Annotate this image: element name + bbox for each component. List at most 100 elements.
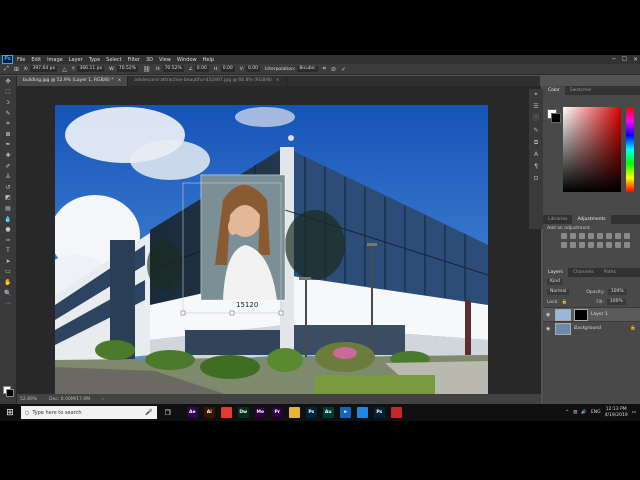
vibrance-icon[interactable]: [597, 233, 603, 239]
exposure-icon[interactable]: [588, 233, 594, 239]
vskew-input[interactable]: 0.00: [245, 66, 261, 72]
history-panel-icon[interactable]: ⌖: [529, 89, 543, 101]
color-background-swatch[interactable]: [551, 113, 561, 123]
menu-image[interactable]: Image: [47, 57, 63, 63]
layer-mask-thumbnail[interactable]: [574, 308, 588, 321]
zoom-tool-icon[interactable]: 🔍: [0, 288, 16, 299]
frame-tool-icon[interactable]: ⊠: [0, 129, 16, 140]
angle-input[interactable]: 0.00: [194, 66, 209, 72]
delta-icon[interactable]: △: [62, 66, 67, 73]
lock-icon[interactable]: 🔒: [630, 326, 636, 331]
taskbar-app-icon[interactable]: Ps: [373, 407, 385, 418]
y-input[interactable]: 366.11 px: [77, 66, 105, 72]
reference-point-icon[interactable]: ⊞: [14, 66, 19, 73]
shape-tool-icon[interactable]: ▭: [0, 267, 16, 278]
eye-icon[interactable]: ◉: [546, 326, 552, 332]
hskew-input[interactable]: 0.00: [220, 66, 235, 72]
eyedropper-tool-icon[interactable]: ✒: [0, 140, 16, 151]
taskbar-app-icon[interactable]: Ps: [305, 407, 317, 418]
document-canvas[interactable]: 15120: [55, 105, 488, 394]
glyphs-panel-icon[interactable]: ⊡: [529, 173, 543, 185]
lock-icon[interactable]: 🔒: [562, 300, 568, 305]
brightness-icon[interactable]: [561, 233, 567, 239]
volume-icon[interactable]: 🔊: [581, 410, 587, 415]
tab-color[interactable]: Color: [543, 86, 565, 95]
menu-type[interactable]: Type: [89, 57, 100, 63]
hue-slider[interactable]: [626, 107, 634, 192]
hand-tool-icon[interactable]: ✋: [0, 277, 16, 288]
color-picker-field[interactable]: [563, 107, 621, 192]
canvas-area[interactable]: 15120: [17, 86, 541, 394]
taskbar-search[interactable]: ○ Type here to search: [21, 406, 157, 419]
blend-mode-select[interactable]: Normal: [547, 289, 570, 295]
menu-help[interactable]: Help: [203, 57, 214, 63]
tray-up-icon[interactable]: ^: [565, 410, 569, 415]
move-tool-icon[interactable]: ✥: [0, 76, 16, 87]
tab-close-icon[interactable]: ×: [276, 76, 280, 86]
lasso-tool-icon[interactable]: ↄ: [0, 97, 16, 108]
status-arrow-icon[interactable]: ›: [102, 397, 104, 402]
task-view-icon[interactable]: ❐: [164, 409, 170, 417]
gradient-tool-icon[interactable]: ▤: [0, 203, 16, 214]
background-color-swatch[interactable]: [6, 389, 14, 397]
commit-check-icon[interactable]: ✓: [341, 66, 346, 73]
character-panel-icon[interactable]: A: [529, 149, 543, 161]
transform-tool-icon[interactable]: ⤢: [4, 65, 9, 73]
tab-layers[interactable]: Layers: [543, 268, 568, 277]
clone-source-icon[interactable]: ⧉: [529, 137, 543, 149]
interpolation-select[interactable]: Bicubic: [297, 66, 318, 72]
invert-icon[interactable]: [588, 242, 594, 248]
posterize-icon[interactable]: [597, 242, 603, 248]
dodge-tool-icon[interactable]: ●: [0, 224, 16, 235]
menu-edit[interactable]: Edit: [31, 57, 41, 63]
windows-start-icon[interactable]: ⊞: [3, 406, 17, 420]
x-input[interactable]: 397.64 px: [30, 66, 58, 72]
paragraph-panel-icon[interactable]: ¶: [529, 161, 543, 173]
menu-layer[interactable]: Layer: [69, 57, 83, 63]
brush-settings-icon[interactable]: ✎: [529, 125, 543, 137]
warp-icon[interactable]: ⌗: [323, 65, 326, 73]
tab-portrait[interactable]: adolescent-attractive-beautiful-432497.j…: [128, 76, 287, 86]
taskbar-app-icon[interactable]: e: [339, 407, 351, 418]
pen-tool-icon[interactable]: ✑: [0, 235, 16, 246]
language-indicator[interactable]: ENG: [591, 410, 601, 415]
tab-paths[interactable]: Paths: [599, 268, 621, 277]
tab-swatches[interactable]: Swatches: [565, 86, 597, 95]
selective-color-icon[interactable]: [624, 242, 630, 248]
info-panel-icon[interactable]: ⓘ: [529, 113, 543, 125]
marquee-tool-icon[interactable]: ⬚: [0, 87, 16, 98]
clock[interactable]: 12:13 PM 4/19/2019: [605, 407, 628, 419]
menu-file[interactable]: File: [17, 57, 25, 63]
taskbar-app-icon[interactable]: Au: [322, 407, 334, 418]
notifications-icon[interactable]: ▭: [632, 410, 636, 415]
brush-tool-icon[interactable]: ✐: [0, 161, 16, 172]
zoom-level[interactable]: 52.89%: [20, 397, 37, 402]
layer-row-background[interactable]: ◉ Background 🔒: [543, 321, 640, 335]
gradient-map-icon[interactable]: [615, 242, 621, 248]
curves-icon[interactable]: [579, 233, 585, 239]
tab-close-icon[interactable]: ×: [117, 76, 121, 86]
eraser-tool-icon[interactable]: ◩: [0, 193, 16, 204]
taskbar-app-icon[interactable]: [220, 407, 232, 418]
taskbar-app-icon[interactable]: Me: [254, 407, 266, 418]
properties-panel-icon[interactable]: ☰: [529, 101, 543, 113]
history-brush-tool-icon[interactable]: ↺: [0, 182, 16, 193]
threshold-icon[interactable]: [606, 242, 612, 248]
close-icon[interactable]: ✕: [633, 56, 638, 63]
taskbar-app-icon[interactable]: Ae: [186, 407, 198, 418]
black-white-icon[interactable]: [624, 233, 630, 239]
hue-saturation-icon[interactable]: [606, 233, 612, 239]
path-select-tool-icon[interactable]: ➤: [0, 256, 16, 267]
maximize-icon[interactable]: ☐: [622, 56, 627, 63]
blur-tool-icon[interactable]: 💧: [0, 214, 16, 225]
menu-3d[interactable]: 3D: [146, 57, 153, 63]
tab-channels[interactable]: Channels: [568, 268, 599, 277]
channel-mixer-icon[interactable]: [570, 242, 576, 248]
taskbar-app-icon[interactable]: [356, 407, 368, 418]
layer-row-layer-1[interactable]: ◉ Layer 1: [543, 307, 640, 321]
tab-libraries[interactable]: Libraries: [543, 215, 572, 224]
menu-select[interactable]: Select: [106, 57, 121, 63]
link-icon[interactable]: ⛓: [143, 66, 151, 73]
minimize-icon[interactable]: ─: [612, 56, 616, 63]
more-tools-icon[interactable]: ⋯: [0, 298, 16, 309]
